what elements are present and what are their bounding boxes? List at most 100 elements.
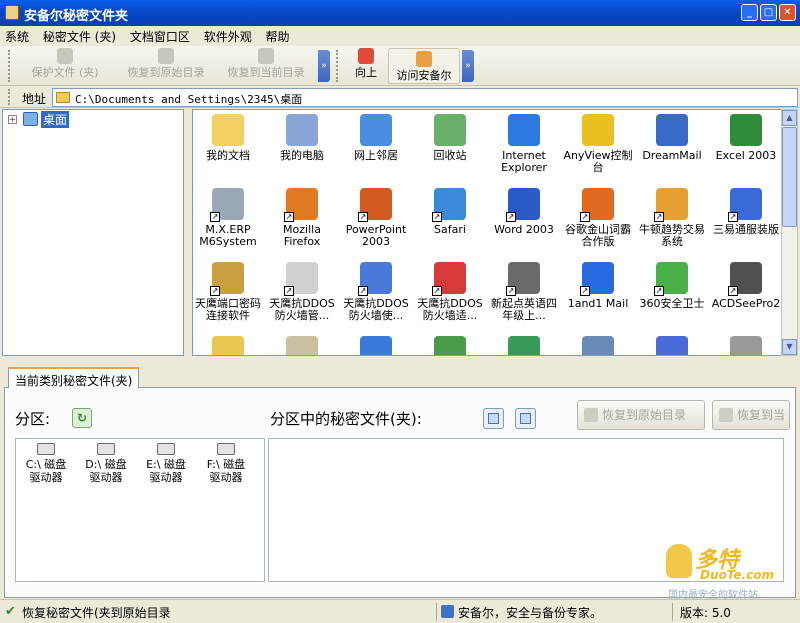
desktop-item[interactable]: ↗ 牛顿趋势交易系统 [635, 188, 709, 248]
desktop-item[interactable]: ↗ 谷歌金山词霸合作版 [561, 188, 635, 248]
desktop-item[interactable] [339, 336, 413, 355]
desktop-item[interactable]: ↗ PowerPoint 2003 [339, 188, 413, 248]
restore-original-large-button[interactable]: 恢复到原始目录 [577, 400, 705, 430]
desktop-item[interactable]: ↗ 三易通服装版 [709, 188, 781, 236]
horizontal-splitter[interactable] [0, 357, 800, 365]
drive-line: E:\ 磁盘 [138, 458, 194, 471]
drive-item[interactable]: C:\ 磁盘 驱动器 [18, 443, 74, 484]
shortcut-arrow-icon: ↗ [432, 212, 442, 222]
folder-tree[interactable]: + 桌面 [2, 109, 184, 356]
toolbar-overflow-chevron[interactable]: » [318, 50, 330, 82]
desktop-item[interactable]: ↗ 天鹰抗DDOS防火墙管... [265, 262, 339, 322]
desktop-item[interactable]: ↗ Safari [413, 188, 487, 236]
tree-item-desktop[interactable]: 桌面 [41, 111, 70, 128]
menu-skin[interactable]: 软件外观 [199, 26, 257, 47]
status-bar: ✔ 恢复秘密文件(夹到原始目录 安备尔，安全与备份专家。 版本: 5.0 [0, 599, 800, 623]
drive-list[interactable]: C:\ 磁盘 驱动器 D:\ 磁盘 驱动器 E:\ 磁盘 驱动器 F:\ 磁盘 驱动器 [15, 438, 265, 582]
list-view-button[interactable] [515, 408, 536, 429]
vertical-scrollbar[interactable]: ▲ ▼ [781, 109, 798, 356]
desktop-item[interactable] [413, 336, 487, 355]
desktop-item[interactable]: ↗ 1and1 Mail [561, 262, 635, 310]
desktop-item[interactable] [561, 336, 635, 355]
tab-current-secret[interactable]: 当前类别秘密文件(夹) [8, 367, 140, 389]
scroll-up-button[interactable]: ▲ [782, 110, 797, 126]
restore-current-button[interactable]: 恢复到当前目录 [218, 46, 314, 80]
expand-toggle[interactable]: + [8, 115, 17, 124]
desktop-item[interactable] [635, 336, 709, 355]
desktop-item[interactable]: ↗ 360安全卫士 [635, 262, 709, 310]
desktop-item-label: 新起点英语四年级上... [491, 297, 557, 322]
menu-system[interactable]: 系统 [0, 26, 34, 47]
menu-secret-files[interactable]: 秘密文件 (夹) [38, 26, 121, 47]
drive-item[interactable]: E:\ 磁盘 驱动器 [138, 443, 194, 484]
desktop-item[interactable]: ↗ 天鹰抗DDOS防火墙适... [413, 262, 487, 322]
address-bar: 地址 C:\Documents and Settings\2345\桌面 [0, 87, 800, 108]
restore-current-large-button[interactable]: 恢复到当 [712, 400, 790, 430]
shortcut-arrow-icon: ↗ [284, 212, 294, 222]
restore-original-button[interactable]: 恢复到原始目录 [118, 46, 214, 80]
firefox-icon: ↗ [284, 188, 318, 222]
desktop-item[interactable]: ↗ 天鹰端口密码连接软件 [193, 262, 265, 322]
desktop-item-label: 牛顿趋势交易系统 [639, 223, 705, 248]
address-field[interactable]: C:\Documents and Settings\2345\桌面 [52, 88, 798, 107]
minimize-button[interactable]: _ [741, 4, 758, 21]
drive-item[interactable]: D:\ 磁盘 驱动器 [78, 443, 134, 484]
drive-item[interactable]: F:\ 磁盘 驱动器 [198, 443, 254, 484]
desktop-item[interactable]: Internet Explorer [487, 114, 561, 174]
icon-view-button[interactable] [483, 408, 504, 429]
menu-help[interactable]: 帮助 [261, 26, 295, 47]
desktop-item[interactable]: DreamMail [635, 114, 709, 162]
drive-letter: C:\ [25, 458, 41, 471]
shortcut-arrow-icon: ↗ [506, 286, 516, 296]
desktop-item[interactable]: ↗ M.X.ERP M6System [193, 188, 265, 248]
shortcut-arrow-icon: ↗ [210, 212, 220, 222]
status-message: 恢复秘密文件(夹到原始目录 [22, 606, 171, 620]
protect-button[interactable]: 保护文件 (夹) [22, 46, 108, 80]
desktop-item-label: Mozilla Firefox [283, 223, 321, 248]
desktop-item[interactable]: ↗ 天鹰抗DDOS防火墙使... [339, 262, 413, 322]
desktop-item[interactable]: ↗ 新起点英语四年级上... [487, 262, 561, 322]
window-title: 安备尔秘密文件夹 [24, 9, 129, 24]
toolbar-overflow-chevron-2[interactable]: » [462, 50, 474, 82]
drive-type: 磁盘 [104, 458, 127, 471]
drive-type: 磁盘 [44, 458, 67, 471]
desktop-item[interactable]: ↗ Word 2003 [487, 188, 561, 236]
desktop-item[interactable]: ↗ Mozilla Firefox [265, 188, 339, 248]
up-button[interactable]: 向上 [346, 46, 386, 80]
status-slogan: 安备尔，安全与备份专家。 [458, 606, 603, 620]
visit-button[interactable]: 访问安备尔 [388, 48, 460, 84]
desktop-item[interactable]: ↗ ACDSeePro2 [709, 262, 781, 310]
desktop-item[interactable] [265, 336, 339, 355]
maximize-button[interactable]: □ [760, 4, 777, 21]
toolbar-grip[interactable] [8, 50, 12, 82]
desktop-item[interactable]: AnyView控制台 [561, 114, 635, 174]
close-button[interactable]: ✕ [779, 4, 796, 21]
scroll-down-button[interactable]: ▼ [782, 339, 797, 355]
powerpoint-icon: ↗ [358, 188, 392, 222]
desktop-item[interactable]: 网上邻居 [339, 114, 413, 162]
shortcut-arrow-icon: ↗ [580, 286, 590, 296]
address-grip[interactable] [8, 89, 12, 105]
desktop-item[interactable] [487, 336, 561, 355]
list-icon [520, 413, 531, 424]
restore-original-label: 恢复到原始目录 [127, 66, 205, 79]
vertical-splitter[interactable] [185, 109, 191, 356]
desktop-item-label: 360安全卫士 [639, 297, 705, 310]
toolbar-grip-2[interactable] [336, 50, 340, 82]
anyview-icon [582, 114, 614, 146]
menu-doc-window[interactable]: 文档窗口区 [125, 26, 195, 47]
desktop-item[interactable] [709, 336, 781, 355]
desktop-item[interactable]: 我的电脑 [265, 114, 339, 162]
shield-icon: ↗ [654, 262, 688, 296]
status-separator [436, 603, 437, 621]
desktop-item[interactable]: Excel 2003 [709, 114, 781, 162]
file-icon-view[interactable]: 我的文档 我的电脑 网上邻居 回收站 Internet Explorer AnyView控… [192, 109, 782, 356]
desktop-item[interactable]: 回收站 [413, 114, 487, 162]
refresh-icon[interactable]: ↻ [72, 408, 92, 428]
toolbar: 保护文件 (夹) 恢复到原始目录 恢复到当前目录 » 向上 访问安备尔 » [0, 46, 800, 86]
window-icon [656, 336, 688, 355]
desktop-item[interactable] [193, 336, 265, 355]
scroll-thumb[interactable] [782, 127, 797, 227]
desktop-item[interactable]: 我的文档 [193, 114, 265, 162]
mac-icon [730, 336, 762, 355]
